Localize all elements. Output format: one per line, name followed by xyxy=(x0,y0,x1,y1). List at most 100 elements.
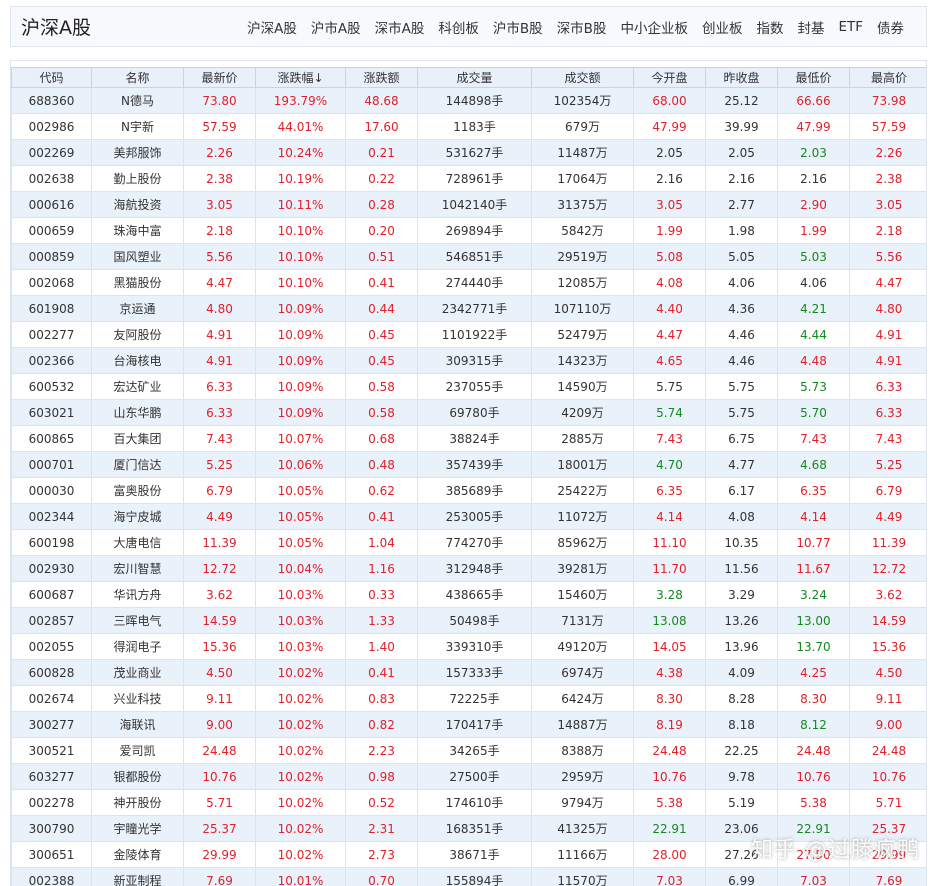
nav-tab-4[interactable]: 沪市B股 xyxy=(493,17,543,37)
table-cell[interactable]: 百大集团 xyxy=(91,425,184,452)
table-row[interactable]: 002986 N宇新 57.59 44.01% 17.60 1183手 679万 47.99 3… xyxy=(11,113,926,140)
table-cell[interactable]: 珠海中富 xyxy=(91,217,184,244)
nav-tab-5[interactable]: 深市B股 xyxy=(557,17,607,37)
table-row[interactable]: 688360 N德马 73.80 193.79% 48.68 144898手 102354万… xyxy=(11,87,926,114)
table-cell[interactable]: 宏川智慧 xyxy=(91,555,184,582)
table-row[interactable]: 002857 三晖电气 14.59 10.03% 1.33 50498手 7131万 13.0… xyxy=(11,607,926,634)
table-cell[interactable]: 三晖电气 xyxy=(91,607,184,634)
table-cell: 6.35 xyxy=(633,477,706,504)
table-row[interactable]: 600198 大唐电信 11.39 10.05% 1.04 774270手 85962万 11… xyxy=(11,529,926,556)
table-row[interactable]: 000701 厦门信达 5.25 10.06% 0.48 357439手 18001万 4.7… xyxy=(11,451,926,478)
table-row[interactable]: 000659 珠海中富 2.18 10.10% 0.20 269894手 5842万 1.99… xyxy=(11,217,926,244)
table-cell[interactable]: 海宁皮城 xyxy=(91,503,184,530)
table-cell[interactable]: 国风塑业 xyxy=(91,243,184,270)
table-cell[interactable]: 海航投资 xyxy=(91,191,184,218)
table-row[interactable]: 000616 海航投资 3.05 10.11% 0.28 1042140手 31375万 3.… xyxy=(11,191,926,218)
table-cell[interactable]: 大唐电信 xyxy=(91,529,184,556)
table-cell: 144898手 xyxy=(417,87,532,114)
nav-tab-8[interactable]: 指数 xyxy=(756,17,783,37)
table-cell[interactable]: 茂业商业 xyxy=(91,659,184,686)
column-header-9[interactable]: 最低价 xyxy=(777,67,850,88)
table-cell[interactable]: 神开股份 xyxy=(91,789,184,816)
nav-tab-2[interactable]: 深市A股 xyxy=(375,17,425,37)
table-cell: 14.59 xyxy=(849,607,926,634)
column-header-7[interactable]: 今开盘 xyxy=(633,67,706,88)
column-header-1[interactable]: 名称 xyxy=(91,67,184,88)
table-row[interactable]: 600865 百大集团 7.43 10.07% 0.68 38824手 2885万 7.43 6… xyxy=(11,425,926,452)
table-cell: 10.06% xyxy=(255,451,346,478)
nav-tab-6[interactable]: 中小企业板 xyxy=(620,17,688,37)
table-row[interactable]: 002930 宏川智慧 12.72 10.04% 1.16 312948手 39281万 11… xyxy=(11,555,926,582)
table-cell[interactable]: 美邦服饰 xyxy=(91,139,184,166)
table-row[interactable]: 603021 山东华鹏 6.33 10.09% 0.58 69780手 4209万 5.74 5… xyxy=(11,399,926,426)
table-cell[interactable]: 新亚制程 xyxy=(91,867,184,886)
table-row[interactable]: 002344 海宁皮城 4.49 10.05% 0.41 253005手 11072万 4.1… xyxy=(11,503,926,530)
table-cell[interactable]: 京运通 xyxy=(91,295,184,322)
page-header: 沪深A股 沪深A股 沪市A股 深市A股 科创板 沪市B股 深市B股 中小企业板 创业板 指数 封基… xyxy=(10,6,927,47)
table-cell: 2.16 xyxy=(777,165,850,192)
table-row[interactable]: 600687 华讯方舟 3.62 10.03% 0.33 438665手 15460万 3.2… xyxy=(11,581,926,608)
nav-tab-9[interactable]: 封基 xyxy=(797,17,824,37)
table-row[interactable]: 000030 富奥股份 6.79 10.05% 0.62 385689手 25422万 6.3… xyxy=(11,477,926,504)
table-row[interactable]: 002055 得润电子 15.36 10.03% 1.40 339310手 49120万 14… xyxy=(11,633,926,660)
table-row[interactable]: 002068 黑猫股份 4.47 10.10% 0.41 274440手 12085万 4.0… xyxy=(11,269,926,296)
column-header-0[interactable]: 代码 xyxy=(11,67,92,88)
table-cell[interactable]: 黑猫股份 xyxy=(91,269,184,296)
table-cell[interactable]: 友阿股份 xyxy=(91,321,184,348)
table-cell[interactable]: 华讯方舟 xyxy=(91,581,184,608)
table-row[interactable]: 300521 爱司凯 24.48 10.02% 2.23 34265手 8388万 24.48… xyxy=(11,737,926,764)
table-row[interactable]: 603277 银都股份 10.76 10.02% 0.98 27500手 2959万 10.7… xyxy=(11,763,926,790)
table-row[interactable]: 600828 茂业商业 4.50 10.02% 0.41 157333手 6974万 4.38… xyxy=(11,659,926,686)
table-cell: 4.50 xyxy=(183,659,256,686)
table-cell[interactable]: 海联讯 xyxy=(91,711,184,738)
table-row[interactable]: 300651 金陵体育 29.99 10.02% 2.73 38671手 11166万 28.… xyxy=(11,841,926,868)
table-row[interactable]: 300790 宇瞳光学 25.37 10.02% 2.31 168351手 41325万 22… xyxy=(11,815,926,842)
table-cell: 10.02% xyxy=(255,815,346,842)
table-cell[interactable]: 厦门信达 xyxy=(91,451,184,478)
nav-tab-11[interactable]: 债券 xyxy=(877,17,904,37)
table-cell: 4.06 xyxy=(705,269,778,296)
column-header-6[interactable]: 成交额 xyxy=(531,67,634,88)
table-cell: 4.91 xyxy=(849,347,926,374)
table-cell[interactable]: 宇瞳光学 xyxy=(91,815,184,842)
table-row[interactable]: 002277 友阿股份 4.91 10.09% 0.45 1101922手 52479万 4.… xyxy=(11,321,926,348)
column-header-5[interactable]: 成交量 xyxy=(417,67,532,88)
column-header-8[interactable]: 昨收盘 xyxy=(705,67,778,88)
table-row[interactable]: 002638 勤上股份 2.38 10.19% 0.22 728961手 17064万 2.1… xyxy=(11,165,926,192)
table-row[interactable]: 300277 海联讯 9.00 10.02% 0.82 170417手 14887万 8.19… xyxy=(11,711,926,738)
table-row[interactable]: 002388 新亚制程 7.69 10.01% 0.70 155894手 11570万 7.0… xyxy=(11,867,926,886)
table-cell[interactable]: 山东华鹏 xyxy=(91,399,184,426)
table-cell: 5.38 xyxy=(633,789,706,816)
nav-tab-7[interactable]: 创业板 xyxy=(702,17,743,37)
table-cell[interactable]: 金陵体育 xyxy=(91,841,184,868)
table-row[interactable]: 002674 兴业科技 9.11 10.02% 0.83 72225手 6424万 8.30 8… xyxy=(11,685,926,712)
table-cell[interactable]: 得润电子 xyxy=(91,633,184,660)
table-cell[interactable]: 爱司凯 xyxy=(91,737,184,764)
column-header-10[interactable]: 最高价 xyxy=(849,67,926,88)
table-cell: 0.22 xyxy=(345,165,418,192)
table-cell[interactable]: 富奥股份 xyxy=(91,477,184,504)
table-row[interactable]: 601908 京运通 4.80 10.09% 0.44 2342771手 107110万 4.… xyxy=(11,295,926,322)
table-cell: 10.05% xyxy=(255,477,346,504)
table-cell[interactable]: 兴业科技 xyxy=(91,685,184,712)
nav-tab-1[interactable]: 沪市A股 xyxy=(311,17,361,37)
table-cell: 10.02% xyxy=(255,763,346,790)
column-header-3[interactable]: 涨跌幅↓ xyxy=(255,67,346,88)
table-cell[interactable]: 勤上股份 xyxy=(91,165,184,192)
nav-tab-0[interactable]: 沪深A股 xyxy=(247,17,297,37)
table-cell: 29519万 xyxy=(531,243,634,270)
table-row[interactable]: 000859 国风塑业 5.56 10.10% 0.51 546851手 29519万 5.0… xyxy=(11,243,926,270)
table-row[interactable]: 002269 美邦服饰 2.26 10.24% 0.21 531627手 11487万 2.0… xyxy=(11,139,926,166)
table-cell[interactable]: 宏达矿业 xyxy=(91,373,184,400)
table-cell[interactable]: N德马 xyxy=(91,87,184,114)
table-row[interactable]: 002278 神开股份 5.71 10.02% 0.52 174610手 9794万 5.38… xyxy=(11,789,926,816)
table-row[interactable]: 600532 宏达矿业 6.33 10.09% 0.58 237055手 14590万 5.7… xyxy=(11,373,926,400)
column-header-4[interactable]: 涨跌额 xyxy=(345,67,418,88)
nav-tab-3[interactable]: 科创板 xyxy=(438,17,479,37)
table-cell[interactable]: 银都股份 xyxy=(91,763,184,790)
nav-tab-10[interactable]: ETF xyxy=(838,19,863,35)
column-header-2[interactable]: 最新价 xyxy=(183,67,256,88)
table-cell[interactable]: 台海核电 xyxy=(91,347,184,374)
table-cell[interactable]: N宇新 xyxy=(91,113,184,140)
table-row[interactable]: 002366 台海核电 4.91 10.09% 0.45 309315手 14323万 4.6… xyxy=(11,347,926,374)
